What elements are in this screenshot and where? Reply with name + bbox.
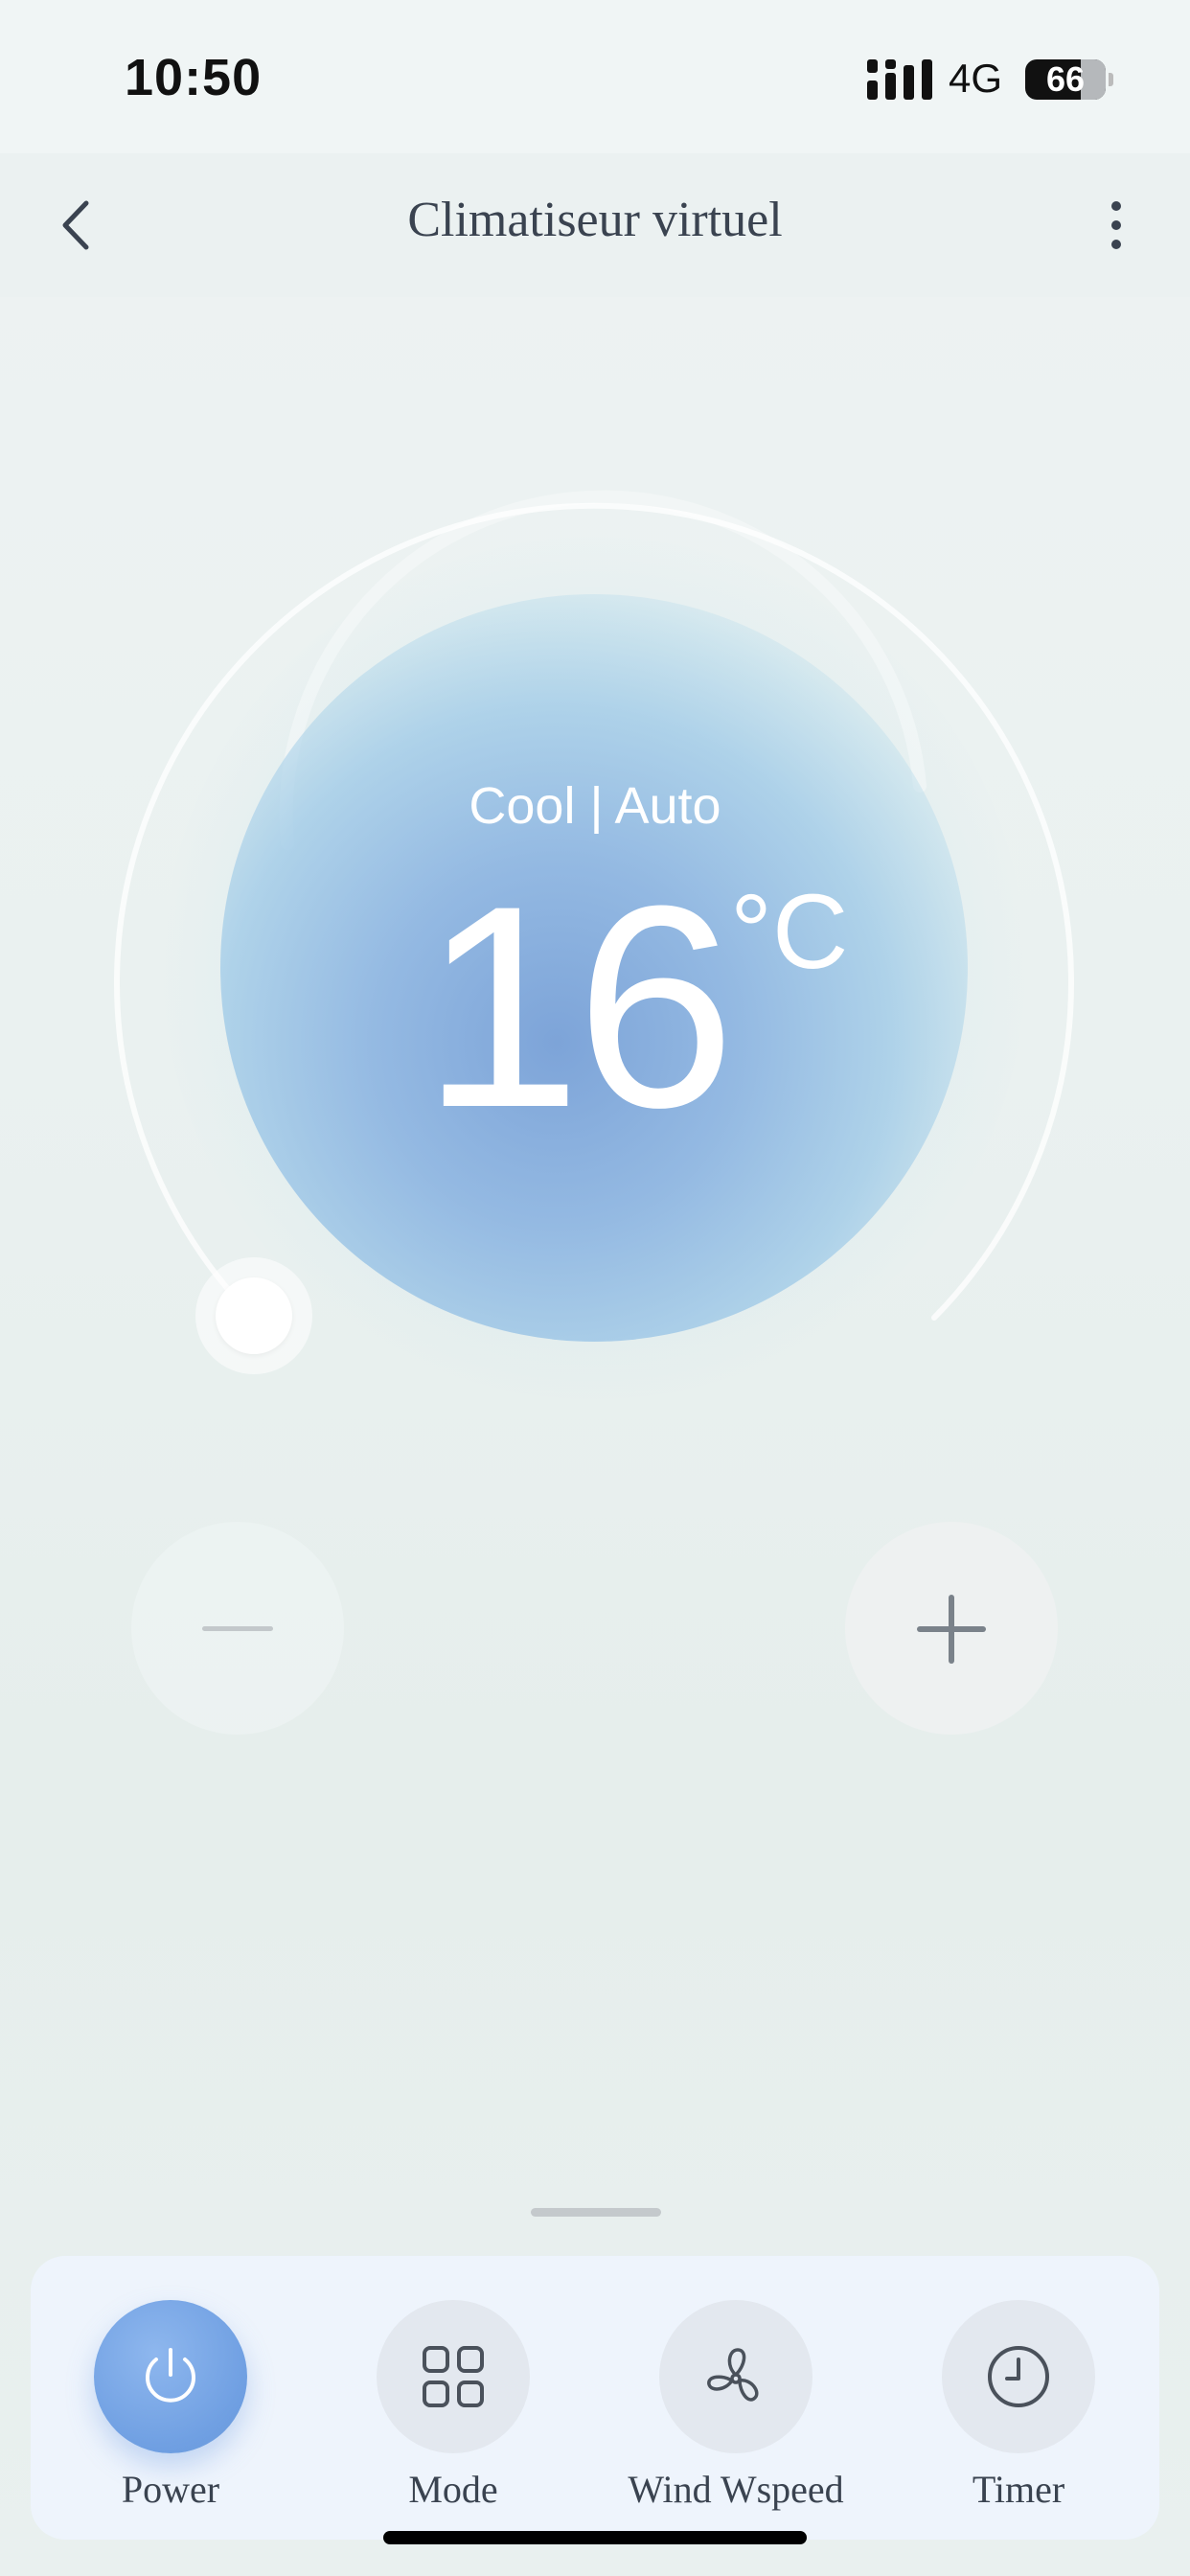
wind-speed-button[interactable]: Wind Wspeed [621, 2300, 851, 2530]
power-label: Power [121, 2468, 220, 2511]
home-indicator[interactable] [383, 2531, 807, 2544]
mode-label: Cool | Auto [469, 777, 721, 835]
mode-button-circle [377, 2300, 530, 2453]
power-icon [146, 2348, 195, 2403]
timer-button[interactable]: Timer [904, 2300, 1133, 2530]
wind-speed-button-circle [659, 2300, 812, 2453]
temperature-unit: °C [730, 873, 849, 991]
mode-label-text: Mode [408, 2468, 498, 2511]
thermostat-dial: Cool | Auto 16 °C [0, 0, 1190, 1438]
wind-speed-label: Wind Wspeed [628, 2468, 844, 2511]
fan-icon [707, 2348, 759, 2402]
minus-icon [202, 1626, 273, 1631]
power-button[interactable]: Power [56, 2300, 286, 2530]
increase-temperature-button[interactable] [845, 1522, 1058, 1735]
clock-icon [988, 2346, 1049, 2407]
power-button-circle [94, 2300, 247, 2453]
bottom-action-panel: Power Mode Wind Wspeed Timer [31, 2256, 1159, 2540]
dial-knob[interactable] [216, 1277, 292, 1354]
grid-icon [423, 2346, 484, 2407]
decrease-temperature-button[interactable] [131, 1522, 344, 1735]
temperature-value: 16 [422, 845, 736, 1167]
timer-button-circle [942, 2300, 1095, 2453]
timer-label: Timer [972, 2468, 1065, 2511]
mode-button[interactable]: Mode [338, 2300, 568, 2530]
panel-drag-handle[interactable] [531, 2208, 661, 2217]
plus-icon-vertical [949, 1595, 954, 1664]
